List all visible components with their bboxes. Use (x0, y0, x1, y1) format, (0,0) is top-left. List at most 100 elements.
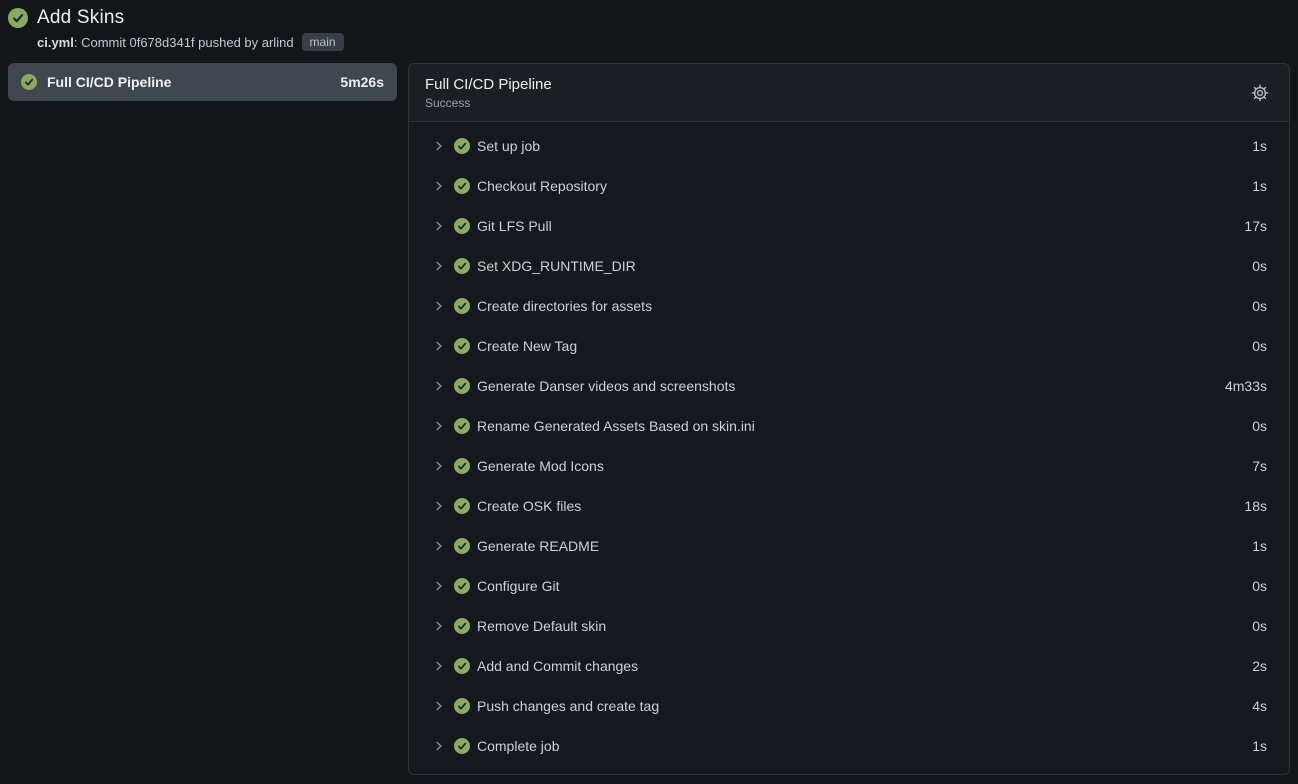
chevron-right-icon (433, 580, 445, 592)
step-duration: 7s (1252, 458, 1267, 474)
chevron-right-icon (433, 540, 445, 552)
actions-run-page: Add Skins ci.yml: Commit 0f678d341f push… (0, 0, 1298, 784)
job-name: Full CI/CD Pipeline (47, 74, 171, 90)
chevron-right-icon (433, 460, 445, 472)
chevron-right-icon (433, 220, 445, 232)
step-name: Create New Tag (477, 338, 577, 354)
run-title: Add Skins (37, 6, 344, 30)
job-status-text: Success (425, 96, 1273, 110)
chevron-right-icon (433, 340, 445, 352)
step-name: Push changes and create tag (477, 698, 659, 714)
run-header: Add Skins ci.yml: Commit 0f678d341f push… (0, 0, 1298, 51)
step-success-icon (454, 658, 470, 674)
step-success-icon (454, 538, 470, 554)
step-duration: 1s (1252, 178, 1267, 194)
step-row[interactable]: Set XDG_RUNTIME_DIR 0s (409, 246, 1289, 286)
chevron-right-icon (433, 660, 445, 672)
step-row[interactable]: Git LFS Pull 17s (409, 206, 1289, 246)
step-duration: 17s (1244, 218, 1267, 234)
step-row[interactable]: Generate README 1s (409, 526, 1289, 566)
step-success-icon (454, 618, 470, 634)
step-success-icon (454, 138, 470, 154)
step-success-icon (454, 458, 470, 474)
step-row[interactable]: Set up job 1s (409, 126, 1289, 166)
run-success-icon (8, 8, 28, 28)
step-list: Set up job 1s Checkout Repository 1s (409, 122, 1289, 774)
step-success-icon (454, 698, 470, 714)
step-success-icon (454, 178, 470, 194)
jobs-sidebar: Full CI/CD Pipeline 5m26s (8, 63, 397, 101)
step-name: Generate Danser videos and screenshots (477, 378, 735, 394)
step-success-icon (454, 258, 470, 274)
step-duration: 0s (1252, 418, 1267, 434)
step-row[interactable]: Push changes and create tag 4s (409, 686, 1289, 726)
step-success-icon (454, 498, 470, 514)
job-settings-button[interactable] (1248, 81, 1272, 105)
step-row[interactable]: Generate Danser videos and screenshots 4… (409, 366, 1289, 406)
chevron-right-icon (433, 380, 445, 392)
run-content: Full CI/CD Pipeline 5m26s Full CI/CD Pip… (0, 63, 1298, 775)
step-name: Generate README (477, 538, 599, 554)
step-row[interactable]: Checkout Repository 1s (409, 166, 1289, 206)
chevron-right-icon (433, 740, 445, 752)
chevron-right-icon (433, 620, 445, 632)
step-success-icon (454, 378, 470, 394)
chevron-right-icon (433, 700, 445, 712)
workflow-file-link[interactable]: ci.yml (37, 35, 74, 50)
step-success-icon (454, 418, 470, 434)
branch-badge[interactable]: main (302, 33, 344, 51)
run-header-text: Add Skins ci.yml: Commit 0f678d341f push… (37, 6, 344, 51)
chevron-right-icon (433, 500, 445, 512)
job-detail-panel: Full CI/CD Pipeline Success (408, 63, 1290, 775)
job-detail-header: Full CI/CD Pipeline Success (409, 64, 1289, 122)
step-duration: 0s (1252, 618, 1267, 634)
step-duration: 4m33s (1225, 378, 1267, 394)
step-success-icon (454, 578, 470, 594)
step-row[interactable]: Create New Tag 0s (409, 326, 1289, 366)
step-row[interactable]: Rename Generated Assets Based on skin.in… (409, 406, 1289, 446)
step-duration: 0s (1252, 338, 1267, 354)
step-success-icon (454, 218, 470, 234)
chevron-right-icon (433, 420, 445, 432)
step-name: Add and Commit changes (477, 658, 638, 674)
step-name: Set up job (477, 138, 540, 154)
step-duration: 18s (1244, 498, 1267, 514)
step-duration: 1s (1252, 738, 1267, 754)
step-name: Remove Default skin (477, 618, 606, 634)
step-duration: 0s (1252, 258, 1267, 274)
chevron-right-icon (433, 140, 445, 152)
chevron-right-icon (433, 300, 445, 312)
step-row[interactable]: Remove Default skin 0s (409, 606, 1289, 646)
step-name: Set XDG_RUNTIME_DIR (477, 258, 636, 274)
step-name: Complete job (477, 738, 560, 754)
step-name: Git LFS Pull (477, 218, 552, 234)
job-detail-title: Full CI/CD Pipeline (425, 76, 1273, 93)
step-duration: 2s (1252, 658, 1267, 674)
job-duration: 5m26s (340, 74, 384, 90)
chevron-right-icon (433, 180, 445, 192)
step-name: Configure Git (477, 578, 559, 594)
job-item-full-cicd-pipeline[interactable]: Full CI/CD Pipeline 5m26s (8, 63, 397, 101)
step-success-icon (454, 298, 470, 314)
step-row[interactable]: Create directories for assets 0s (409, 286, 1289, 326)
step-name: Create OSK files (477, 498, 581, 514)
step-row[interactable]: Create OSK files 18s (409, 486, 1289, 526)
step-row[interactable]: Complete job 1s (409, 726, 1289, 766)
step-duration: 1s (1252, 138, 1267, 154)
step-row[interactable]: Add and Commit changes 2s (409, 646, 1289, 686)
step-success-icon (454, 338, 470, 354)
step-name: Generate Mod Icons (477, 458, 604, 474)
step-success-icon (454, 738, 470, 754)
step-name: Checkout Repository (477, 178, 607, 194)
chevron-right-icon (433, 260, 445, 272)
step-row[interactable]: Generate Mod Icons 7s (409, 446, 1289, 486)
run-meta: ci.yml: Commit 0f678d341f pushed by arli… (37, 33, 344, 51)
job-success-icon (21, 74, 37, 90)
step-duration: 0s (1252, 578, 1267, 594)
step-name: Rename Generated Assets Based on skin.in… (477, 418, 755, 434)
commit-text: : Commit 0f678d341f pushed by arlind (74, 35, 294, 50)
step-duration: 0s (1252, 298, 1267, 314)
step-duration: 1s (1252, 538, 1267, 554)
step-duration: 4s (1252, 698, 1267, 714)
step-row[interactable]: Configure Git 0s (409, 566, 1289, 606)
